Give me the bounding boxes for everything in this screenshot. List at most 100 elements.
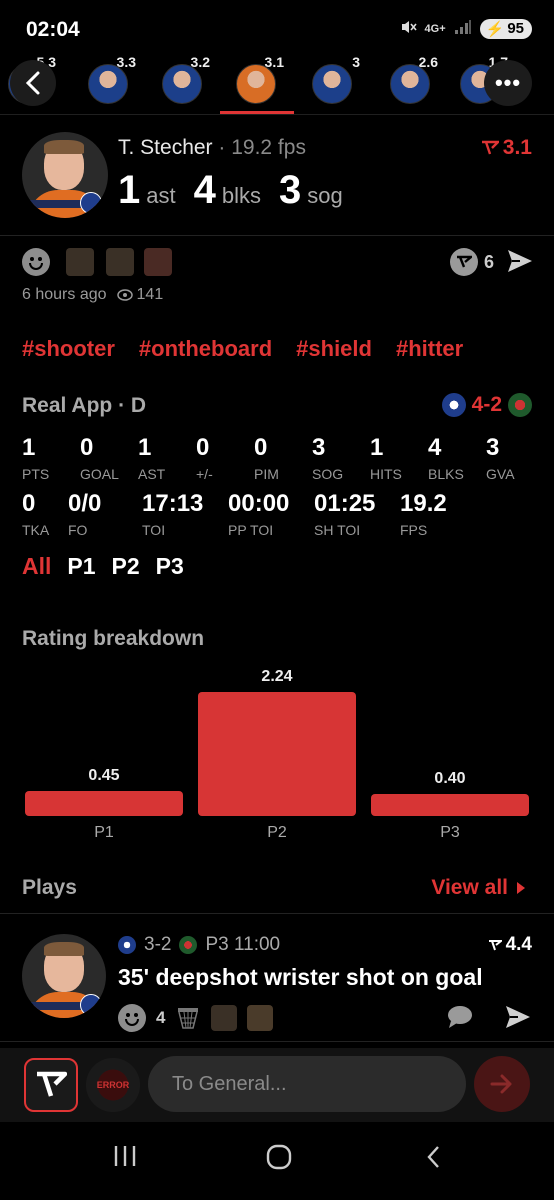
home-button[interactable] (265, 1144, 293, 1175)
stat-value: 0 (80, 434, 94, 461)
back-button[interactable] (10, 60, 56, 106)
stat-label: FPS (400, 522, 428, 538)
post-time: 6 hours ago (22, 286, 107, 303)
caret-right-icon (517, 882, 525, 894)
stat-cell: 1 HITS (370, 434, 402, 482)
stat-value: 1 (138, 434, 152, 461)
share-send-icon[interactable] (504, 1004, 532, 1030)
comment-icon[interactable] (446, 1004, 474, 1030)
hair-graphic (44, 140, 84, 154)
stat-cell: 0 +/- (196, 434, 213, 482)
chart-bar-value: 2.24 (261, 668, 293, 685)
strip-player[interactable]: 3.2 (154, 54, 214, 110)
network-label: 4G+ (424, 22, 446, 35)
chart-bar-p1 (25, 791, 183, 816)
stat-cell: 0/0 FO (68, 490, 101, 538)
basketball-net-icon[interactable] (175, 1005, 201, 1031)
play-item[interactable]: 3-2 P3 11:00 4.4 35' deepshot wrister sh… (0, 924, 554, 1042)
strip-player-active[interactable]: 3.1 (228, 54, 288, 110)
tag-link[interactable]: #ontheboard (139, 336, 272, 362)
stat-value: 0 (22, 490, 36, 517)
divider (0, 114, 554, 115)
rating-breakdown-chart: 0.45 P1 2.24 P2 0.40 P3 (0, 660, 554, 850)
rating-breakdown-title: Rating breakdown (22, 627, 205, 650)
group-avatar[interactable]: ERROR (86, 1058, 140, 1112)
stat-cell: 0 TKA (22, 490, 49, 538)
recent-apps-button[interactable] (112, 1144, 138, 1173)
reactor-avatar[interactable] (144, 248, 172, 276)
stat-label: GVA (486, 466, 515, 482)
stat-value: 4 (428, 434, 442, 461)
stat-value: 19.2 (400, 490, 447, 517)
stat-label: GOAL (80, 466, 119, 482)
play-reactions: 4 (118, 1004, 274, 1032)
player-avatar (312, 64, 352, 104)
hair-graphic (44, 942, 84, 956)
reactor-avatar[interactable] (106, 248, 134, 276)
eye-icon (116, 289, 133, 301)
system-nav-bar (0, 1122, 554, 1200)
stat-cell: 0 PIM (254, 434, 279, 482)
arrow-right-icon (490, 1074, 512, 1094)
stat-value: 01:25 (314, 490, 376, 517)
stat-label: PIM (254, 466, 279, 482)
stat-cell: 1 AST (138, 434, 165, 482)
tags-row: #shooter #ontheboard #shield #hitter (22, 336, 463, 362)
player-name: T. Stecher (118, 136, 213, 159)
stat-cell: 4 BLKS (428, 434, 464, 482)
stat-cell: 3 GVA (486, 434, 515, 482)
game-score[interactable]: 4-2 (441, 393, 532, 417)
vote-count[interactable]: 6 (449, 248, 494, 276)
reactor-avatar[interactable] (211, 1005, 238, 1031)
chart-category-label: P3 (440, 824, 460, 841)
stat-value: 3 (312, 434, 326, 461)
stat-label: BLKS (428, 466, 464, 482)
period-tabs: All P1 P2 P3 (22, 553, 184, 580)
share-send-icon[interactable] (506, 248, 534, 279)
battery-indicator: ⚡ 95 (479, 18, 532, 39)
chevron-left-icon (25, 71, 40, 95)
strip-player[interactable]: 2.6 (382, 54, 442, 110)
group-badge-text: ERROR (96, 1080, 130, 1090)
tab-p2[interactable]: P2 (112, 553, 140, 580)
add-reaction-emoji-icon[interactable] (22, 248, 50, 276)
statline-value: 3 (278, 168, 302, 212)
reactions-row: 6 (22, 244, 534, 280)
stat-cell: 17:13 TOI (142, 490, 203, 538)
stat-label: PTS (22, 466, 50, 482)
app-menu-button[interactable] (24, 1058, 78, 1112)
player-photo[interactable] (22, 132, 108, 218)
view-all-label: View all (431, 876, 508, 899)
tab-p1[interactable]: P1 (67, 553, 95, 580)
reactor-avatar[interactable] (66, 248, 94, 276)
statline: 1 ast 4 blks 3 sog (118, 168, 355, 213)
statline-value: 1 (118, 168, 141, 212)
team-logo-home-icon (118, 936, 136, 954)
tag-link[interactable]: #shooter (22, 336, 115, 362)
statline-label: blks (221, 183, 261, 208)
tab-p3[interactable]: P3 (156, 553, 184, 580)
play-reaction-count: 4 (156, 1008, 166, 1027)
tab-all[interactable]: All (22, 553, 51, 580)
player-avatar (390, 64, 430, 104)
battery-icon: ⚡ (485, 20, 505, 38)
send-message-button[interactable] (474, 1056, 530, 1112)
stat-label: HITS (370, 466, 402, 482)
team-logo-home-icon (441, 393, 466, 417)
system-back-button[interactable] (424, 1144, 444, 1175)
team-logo-away-icon (179, 936, 198, 954)
view-all-link[interactable]: View all (431, 876, 526, 900)
strip-player[interactable]: 3.3 (80, 54, 140, 110)
reactor-avatar[interactable] (247, 1005, 274, 1031)
player-header: T. Stecher · 19.2 fps 3.1 1 ast 4 blks 3… (0, 116, 554, 236)
strip-player[interactable]: 3 (304, 54, 364, 110)
play-score: 3-2 (144, 934, 172, 955)
statline-label: ast (146, 183, 176, 208)
vote-count-value: 6 (483, 251, 494, 272)
tag-link[interactable]: #shield (296, 336, 372, 362)
tag-link[interactable]: #hitter (396, 336, 463, 362)
rating-v-icon (481, 140, 499, 155)
message-input[interactable] (148, 1056, 466, 1112)
add-reaction-emoji-icon[interactable] (118, 1004, 146, 1032)
more-options-button[interactable]: ••• (484, 60, 532, 106)
